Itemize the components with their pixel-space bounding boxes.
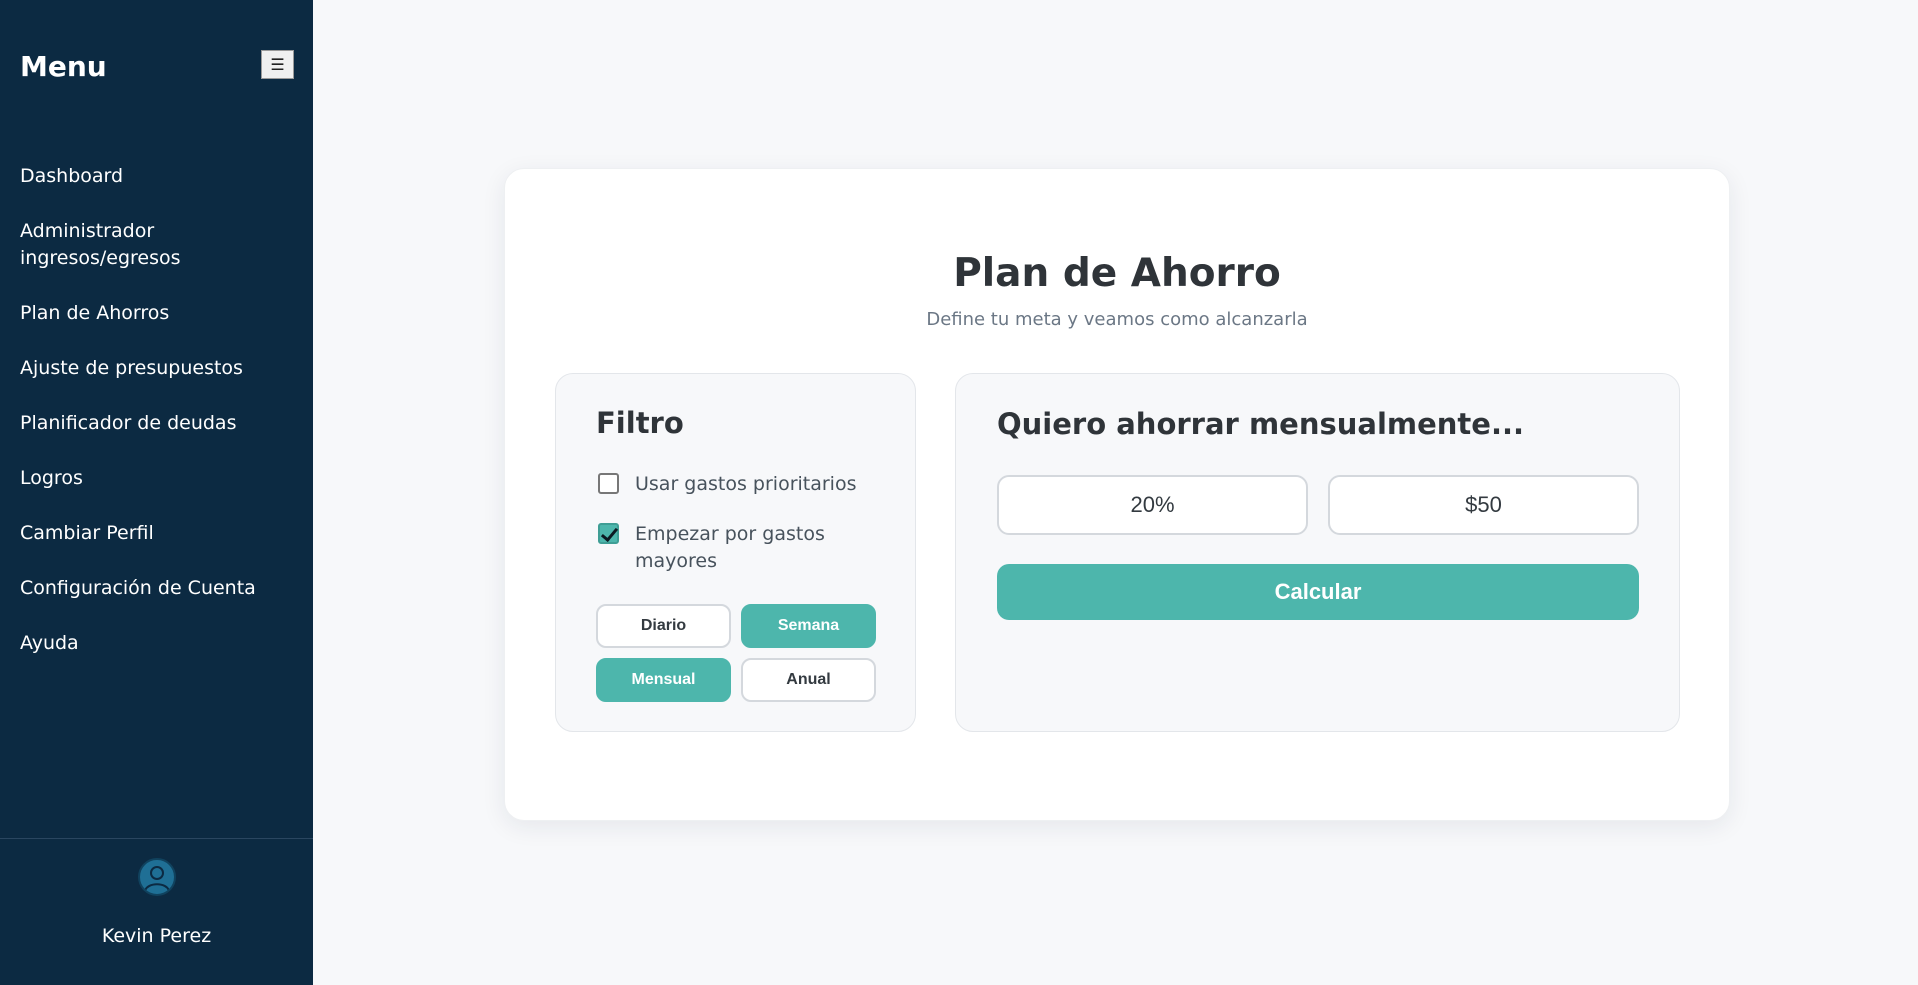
- larger-expenses-label: Empezar por gastos mayores: [635, 523, 825, 572]
- larger-expenses-checkbox[interactable]: [598, 523, 619, 544]
- priority-expenses-checkbox[interactable]: [598, 473, 619, 494]
- period-selector: Diario Semana Mensual Anual: [596, 604, 876, 704]
- savings-plan-card: Plan de Ahorro Define tu meta y veamos c…: [504, 168, 1730, 821]
- sidebar-item-savings-plan[interactable]: Plan de Ahorros: [20, 300, 300, 327]
- sidebar-item-change-profile[interactable]: Cambiar Perfil: [20, 520, 300, 547]
- priority-expenses-label: Usar gastos prioritarios: [635, 473, 857, 495]
- sidebar-item-debt-planner[interactable]: Planificador de deudas: [20, 410, 300, 437]
- menu-title: Menu: [20, 50, 107, 83]
- filter-title: Filtro: [596, 406, 684, 440]
- user-avatar-icon[interactable]: [138, 858, 176, 896]
- sidebar-item-account-settings[interactable]: Configuración de Cuenta: [20, 575, 300, 602]
- sidebar-item-help[interactable]: Ayuda: [20, 630, 300, 657]
- period-monthly-button[interactable]: Mensual: [596, 658, 731, 702]
- period-annual-button[interactable]: Anual: [741, 658, 876, 702]
- sidebar-nav: Dashboard Administrador ingresos/egresos…: [20, 163, 300, 685]
- larger-expenses-option[interactable]: Empezar por gastos mayores: [598, 521, 858, 575]
- page-title: Plan de Ahorro: [953, 251, 1281, 296]
- sidebar-footer: Kevin Perez: [0, 838, 313, 985]
- page-subtitle: Define tu meta y veamos como alcanzarla: [926, 309, 1308, 330]
- sidebar-item-achievements[interactable]: Logros: [20, 465, 300, 492]
- amount-input[interactable]: [1328, 475, 1639, 535]
- sidebar-item-dashboard[interactable]: Dashboard: [20, 163, 300, 190]
- savings-title: Quiero ahorrar mensualmente...: [997, 407, 1524, 441]
- menu-toggle-button[interactable]: ☰: [261, 50, 294, 79]
- calculate-button[interactable]: Calcular: [997, 564, 1639, 620]
- sidebar-item-budget-adjust[interactable]: Ajuste de presupuestos: [20, 355, 300, 382]
- user-name: Kevin Perez: [101, 925, 212, 947]
- savings-panel: Quiero ahorrar mensualmente... Calcular: [955, 373, 1680, 732]
- percent-input[interactable]: [997, 475, 1308, 535]
- sidebar-header: Menu ☰: [20, 48, 294, 88]
- priority-expenses-option[interactable]: Usar gastos prioritarios: [598, 471, 857, 498]
- period-week-button[interactable]: Semana: [741, 604, 876, 648]
- period-daily-button[interactable]: Diario: [596, 604, 731, 648]
- filter-panel: Filtro Usar gastos prioritarios Empezar …: [555, 373, 916, 732]
- sidebar-item-income-expenses[interactable]: Administrador ingresos/egresos: [20, 218, 210, 272]
- sidebar: Menu ☰ Dashboard Administrador ingresos/…: [0, 0, 313, 985]
